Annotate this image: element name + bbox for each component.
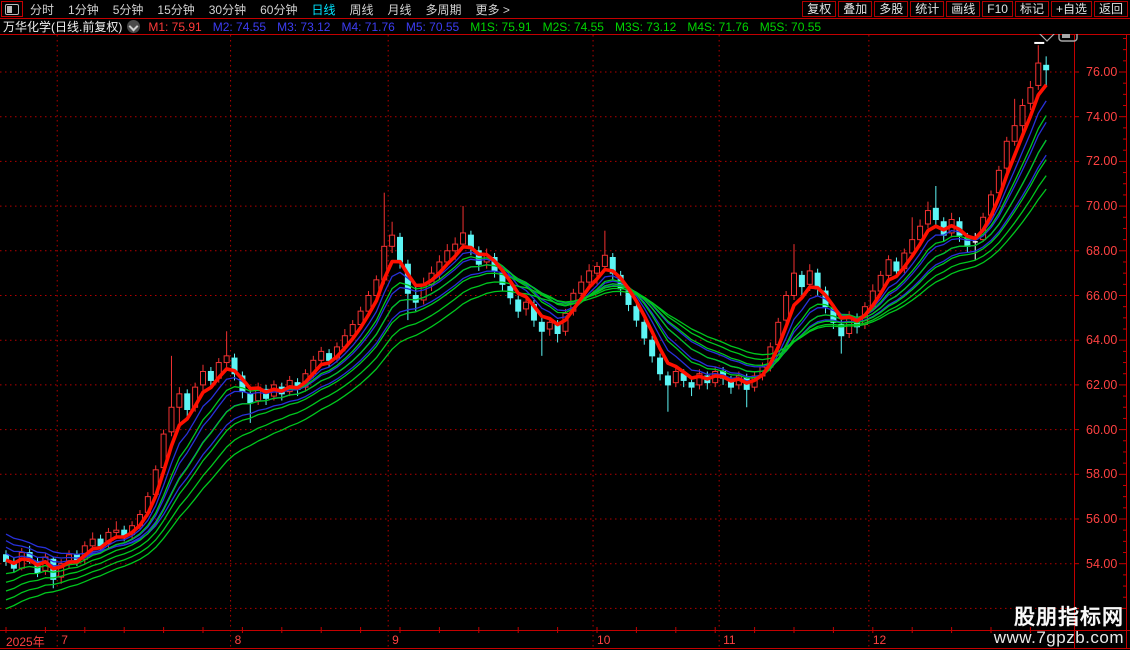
month-label: 9 [392, 633, 399, 647]
tool-button[interactable]: F10 [982, 1, 1013, 17]
legend-item-M3S: M3S: 73.12 [614, 19, 677, 34]
period-item[interactable]: 1分钟 [68, 1, 99, 18]
tool-button[interactable]: 统计 [910, 1, 945, 17]
tool-button[interactable]: 复权 [802, 1, 837, 17]
tool-button[interactable]: 画线 [946, 1, 981, 17]
chart-header: 万华化学(日线.前复权) M1: 75.91 M2: 74.55 M3: 73.12… [0, 19, 1130, 34]
ma-lines [5, 83, 1048, 610]
chevron-down-icon[interactable] [127, 20, 141, 33]
ma-line-M4 [5, 139, 1047, 559]
ma-line-M5S [5, 188, 1047, 610]
legend-item-M5S: M5S: 70.55 [759, 19, 822, 34]
period-item[interactable]: 周线 [349, 1, 373, 18]
price-tick-label: 70.00 [1086, 199, 1118, 214]
price-tick-label: 60.00 [1086, 422, 1118, 437]
period-item[interactable]: 分时 [30, 1, 54, 18]
candlestick-chart[interactable] [0, 0, 1130, 650]
ma-line-M3 [5, 121, 1047, 563]
legend-item-M4S: M4S: 71.76 [687, 19, 749, 34]
price-tick-label: 72.00 [1086, 154, 1118, 169]
period-item[interactable]: 多周期 [426, 1, 462, 18]
price-tick-label: 58.00 [1086, 467, 1118, 482]
chart-frame [0, 34, 1130, 649]
period-item[interactable]: 30分钟 [209, 1, 246, 18]
window-panel-button[interactable] [1, 1, 23, 17]
month-label: 7 [61, 633, 68, 647]
price-tick-label: 62.00 [1086, 377, 1118, 392]
ma-line-M1S [5, 115, 1047, 575]
tool-button[interactable]: 标记 [1014, 1, 1049, 17]
period-item[interactable]: 5分钟 [113, 1, 144, 18]
tool-menu: 复权 叠加 多股 统计 画线 F10 标记 +自选 返回 [802, 1, 1130, 17]
month-label: 8 [234, 633, 242, 647]
legend-item-M4: M4: 71.76 [341, 19, 395, 34]
month-label: 12 [872, 633, 887, 647]
price-tick-label: 64.00 [1086, 333, 1118, 348]
price-tick-label: 54.00 [1086, 556, 1118, 571]
watermark: 股朋指标网 www.7gpzb.com [994, 607, 1124, 647]
price-tick-label: 76.00 [1086, 65, 1118, 79]
watermark-site-url: www.7gpzb.com [993, 628, 1124, 648]
grid-lines [0, 35, 1074, 648]
month-label: 10 [597, 633, 611, 647]
watermark-site-name: 股朋指标网 [1014, 606, 1124, 630]
stock-title: 万华化学(日线.前复权) [3, 20, 123, 34]
legend-item-M2S: M2S: 74.55 [542, 19, 604, 34]
tool-button[interactable]: 叠加 [838, 1, 873, 17]
ma-line-M2 [5, 100, 1047, 567]
legend-item-M5: M5: 70.55 [405, 19, 460, 34]
top-menubar: 分时 1分钟 5分钟 15分钟 30分钟 60分钟 日线 周线 月线 多周期 更多 > 复权 叠加 多股… [0, 0, 1130, 19]
tool-button[interactable]: +自选 [1050, 1, 1092, 17]
legend-item-M3: M3: 73.12 [277, 19, 331, 34]
period-item[interactable]: 60分钟 [260, 1, 297, 18]
legend-item-M1: M1: 75.91 [148, 19, 202, 34]
legend-item-M2: M2: 74.55 [212, 19, 267, 34]
ma-line-M1 [5, 83, 1048, 571]
ma-legend: M1: 75.91 M2: 74.55 M3: 73.12 M4: 71.76 M5: … [148, 20, 832, 34]
period-item[interactable]: 月线 [388, 1, 412, 18]
ma-line-M4S [5, 175, 1047, 601]
ma-line-M3S [5, 159, 1047, 592]
price-tick-label: 74.00 [1086, 109, 1118, 124]
price-tick-label: 68.00 [1086, 243, 1118, 258]
tool-button[interactable]: 返回 [1093, 1, 1128, 17]
year-label: 2025年 [6, 635, 45, 649]
month-label: 11 [723, 633, 736, 647]
period-item[interactable]: 15分钟 [157, 1, 194, 18]
legend-item-M1S: M1S: 75.91 [470, 19, 532, 34]
price-tick-label: 66.00 [1086, 288, 1118, 303]
ma-line-M5 [5, 154, 1047, 556]
period-item[interactable]: 更多 > [476, 1, 510, 18]
price-tick-label: 56.00 [1086, 512, 1118, 526]
tool-button[interactable]: 多股 [874, 1, 909, 17]
panel-toggle-icon [5, 3, 19, 15]
period-menu: 分时 1分钟 5分钟 15分钟 30分钟 60分钟 日线 周线 月线 多周期 更多 > [30, 1, 524, 18]
period-item[interactable]: 日线 [311, 1, 335, 18]
